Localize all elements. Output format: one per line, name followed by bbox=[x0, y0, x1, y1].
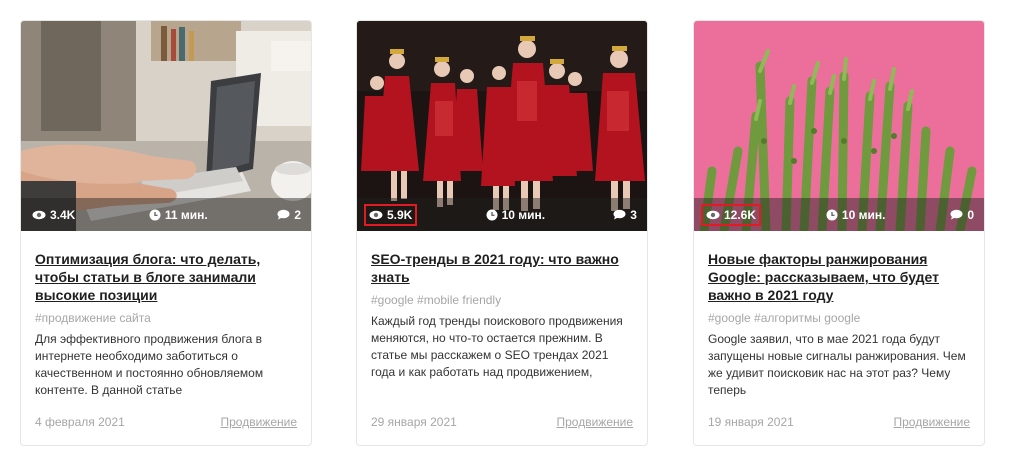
article-body: Новые факторы ранжирования Google: расск… bbox=[694, 231, 984, 399]
eye-icon bbox=[706, 210, 720, 219]
read-time: 10 мин. bbox=[486, 207, 546, 222]
article-title-link[interactable]: SEO-тренды в 2021 году: что важно знать bbox=[371, 250, 633, 286]
views-count: 3.4K bbox=[50, 207, 76, 222]
article-date: 19 января 2021 bbox=[708, 415, 794, 429]
views-count: 12.6K bbox=[724, 207, 757, 222]
article-date: 4 февраля 2021 bbox=[35, 415, 125, 429]
comment-icon bbox=[950, 209, 963, 220]
article-tags[interactable]: #google #mobile friendly bbox=[371, 292, 633, 308]
article-tags[interactable]: #продвижение сайта bbox=[35, 310, 297, 326]
comments-counter: 0 bbox=[950, 208, 974, 222]
eye-icon bbox=[369, 210, 383, 219]
article-tags[interactable]: #google #алгоритмы google bbox=[708, 310, 970, 326]
article-meta-bar: 12.6K 10 мин. 0 bbox=[694, 198, 984, 231]
article-meta-bar: 3.4K 11 мин. 2 bbox=[21, 198, 311, 231]
article-body: SEO-тренды в 2021 году: что важно знать … bbox=[357, 231, 647, 381]
article-excerpt: Google заявил, что в мае 2021 года будут… bbox=[708, 332, 966, 397]
comment-icon bbox=[277, 209, 290, 220]
comment-icon bbox=[613, 209, 626, 220]
read-time: 11 мин. bbox=[149, 208, 208, 222]
comments-count: 3 bbox=[630, 207, 637, 222]
article-card: 5.9K 10 мин. 3 SEO-тренды в 2021 году: ч… bbox=[356, 20, 648, 446]
article-card: 3.4K 11 мин. 2 Оптимизация блога: что де… bbox=[20, 20, 312, 446]
views-counter: 5.9K bbox=[364, 203, 418, 226]
article-body: Оптимизация блога: что делать, чтобы ста… bbox=[21, 231, 311, 399]
article-category-link[interactable]: Продвижение bbox=[894, 415, 971, 429]
article-thumbnail[interactable]: 3.4K 11 мин. 2 bbox=[21, 21, 311, 231]
article-title-link[interactable]: Новые факторы ранжирования Google: расск… bbox=[708, 250, 970, 304]
article-excerpt: Для эффективного продвижения блога в инт… bbox=[35, 332, 264, 397]
article-date: 29 января 2021 bbox=[371, 415, 457, 429]
article-category-link[interactable]: Продвижение bbox=[221, 415, 298, 429]
article-excerpt: Каждый год тренды поискового продвижения… bbox=[371, 314, 623, 379]
clock-icon bbox=[826, 209, 838, 220]
comments-count: 0 bbox=[967, 207, 974, 222]
comments-counter: 3 bbox=[613, 208, 637, 222]
read-time: 10 мин. bbox=[826, 207, 886, 222]
article-card: 12.6K 10 мин. 0 Новые факторы ранжирован… bbox=[693, 20, 985, 446]
article-thumbnail[interactable]: 5.9K 10 мин. 3 bbox=[357, 21, 647, 231]
read-time-label: 10 мин. bbox=[501, 207, 546, 222]
article-thumbnail[interactable]: 12.6K 10 мин. 0 bbox=[694, 21, 984, 231]
views-counter: 12.6K bbox=[701, 203, 762, 226]
clock-icon bbox=[486, 209, 498, 220]
article-meta-bar: 5.9K 10 мин. 3 bbox=[357, 198, 647, 231]
read-time-label: 11 мин. bbox=[164, 207, 208, 222]
views-counter: 3.4K bbox=[28, 206, 79, 224]
article-grid: 3.4K 11 мин. 2 Оптимизация блога: что де… bbox=[20, 20, 986, 446]
article-category-link[interactable]: Продвижение bbox=[557, 415, 634, 429]
read-time-label: 10 мин. bbox=[841, 207, 886, 222]
article-footer: 29 января 2021 Продвижение bbox=[371, 415, 633, 429]
article-footer: 19 января 2021 Продвижение bbox=[708, 415, 970, 429]
views-count: 5.9K bbox=[387, 207, 413, 222]
eye-icon bbox=[32, 210, 46, 219]
article-footer: 4 февраля 2021 Продвижение bbox=[35, 415, 297, 429]
clock-icon bbox=[149, 209, 161, 220]
comments-count: 2 bbox=[294, 207, 301, 222]
comments-counter: 2 bbox=[277, 208, 301, 222]
article-title-link[interactable]: Оптимизация блога: что делать, чтобы ста… bbox=[35, 250, 297, 304]
